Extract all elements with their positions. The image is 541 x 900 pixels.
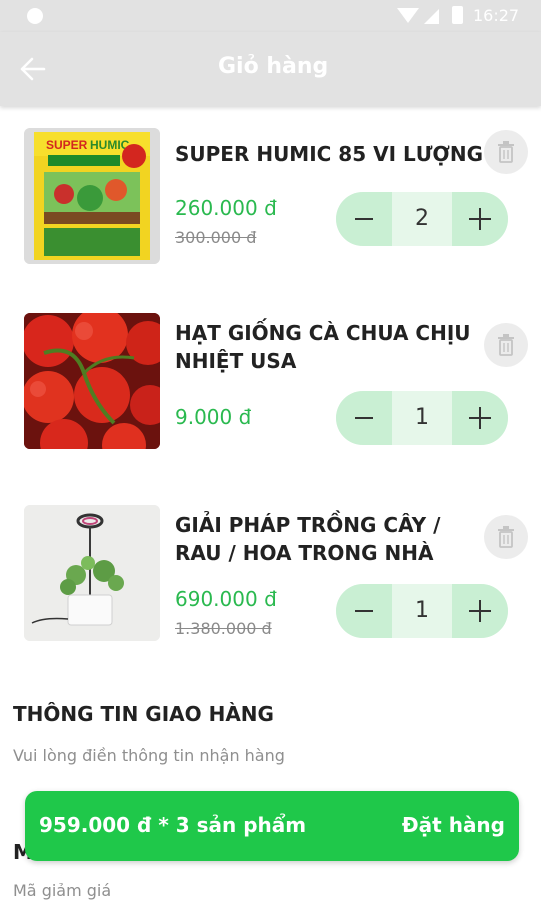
tomato-image [24,313,160,449]
status-bar: 16:27 [0,0,541,32]
app-bar: Giỏ hàng [0,32,541,106]
minus-icon [355,610,373,612]
cart-item: HẠT GIỐNG CÀ CHUA CHỊU NHIỆT USA 9.000 đ… [0,305,541,465]
humic-package-image: SUPER HUMIC [24,128,160,264]
wifi-icon [397,8,419,23]
increase-quantity-button[interactable] [452,192,508,246]
trash-icon [498,141,514,163]
back-button[interactable] [18,54,50,84]
page-title: Giỏ hàng [218,54,329,79]
cart-item: SUPER HUMIC SUPER HUMIC 85 VI LƯỢNG 260.… [0,120,541,280]
trash-icon [498,526,514,548]
plus-icon [469,407,491,429]
arrow-left-icon [20,57,46,81]
signal-icon [424,9,439,24]
trash-icon [498,334,514,356]
indoor-plant-light-image [24,505,160,641]
product-price: 690.000 đ [175,587,277,611]
minus-icon [355,218,373,220]
svg-text:SUPER: SUPER [46,138,88,152]
battery-icon [452,6,463,24]
discount-code-input[interactable]: Mã giảm giá [13,881,111,900]
shipping-hint[interactable]: Vui lòng điền thông tin nhận hàng [13,746,285,765]
product-image [24,505,160,641]
decrease-quantity-button[interactable] [336,584,392,638]
increase-quantity-button[interactable] [452,584,508,638]
quantity-stepper: 2 [336,192,508,246]
product-price: 9.000 đ [175,405,252,429]
delete-item-button[interactable] [484,515,528,559]
delete-item-button[interactable] [484,323,528,367]
quantity-stepper: 1 [336,391,508,445]
delete-item-button[interactable] [484,130,528,174]
product-image [24,313,160,449]
order-bar: 959.000 đ * 3 sản phẩm Đặt hàng [25,791,519,861]
quantity-value: 2 [415,206,429,231]
decrease-quantity-button[interactable] [336,391,392,445]
quantity-stepper: 1 [336,584,508,638]
minus-icon [355,417,373,419]
quantity-value: 1 [415,405,429,430]
status-time: 16:27 [473,6,520,25]
plus-icon [469,600,491,622]
product-name: HẠT GIỐNG CÀ CHUA CHỊU NHIỆT USA [175,321,471,373]
cart-screen: 16:27 Giỏ hàng SUPER HUMIC SUPER HUMIC 8… [0,0,541,900]
product-old-price: 1.380.000 đ [175,619,272,638]
product-price: 260.000 đ [175,196,277,220]
product-image: SUPER HUMIC [24,128,160,264]
product-name: SUPER HUMIC 85 VI LƯỢNG [175,142,484,166]
plus-icon [469,208,491,230]
product-name: GIẢI PHÁP TRỒNG CÂY / RAU / HOA TRONG NH… [175,513,441,565]
order-summary: 959.000 đ * 3 sản phẩm [39,813,307,837]
shipping-section-title: THÔNG TIN GIAO HÀNG [13,702,274,726]
notification-dot-icon [27,8,43,24]
quantity-value: 1 [415,598,429,623]
product-old-price: 300.000 đ [175,228,257,247]
increase-quantity-button[interactable] [452,391,508,445]
cart-item: GIẢI PHÁP TRỒNG CÂY / RAU / HOA TRONG NH… [0,497,541,657]
decrease-quantity-button[interactable] [336,192,392,246]
place-order-button[interactable]: Đặt hàng [402,813,505,837]
